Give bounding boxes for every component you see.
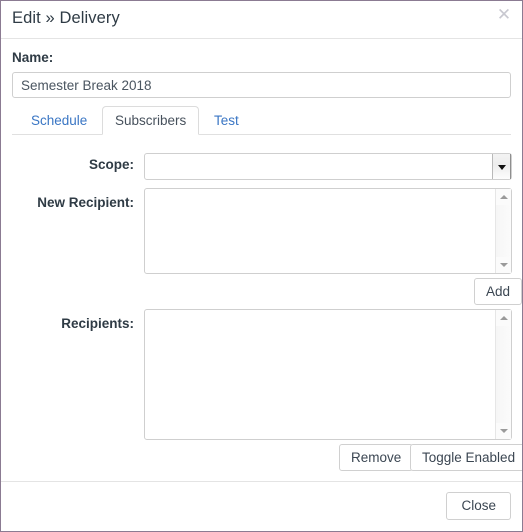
tab-schedule[interactable]: Schedule (18, 106, 100, 135)
dialog-title: Edit » Delivery (12, 9, 120, 27)
close-button[interactable]: Close (446, 492, 511, 520)
tab-bar: Schedule Subscribers Test (12, 106, 511, 135)
dialog-header: Edit » Delivery ✕ (1, 1, 522, 39)
new-recipient-label: New Recipient: (37, 195, 134, 210)
scroll-up-arrow-icon[interactable] (496, 189, 511, 205)
scrollbar-track[interactable] (496, 205, 511, 257)
scrollbar-track[interactable] (496, 326, 511, 423)
scope-dropdown-button[interactable] (492, 154, 511, 179)
recipients-text (145, 310, 495, 439)
close-x-icon[interactable]: ✕ (494, 5, 514, 25)
scope-select[interactable] (144, 153, 512, 180)
name-label: Name: (12, 50, 54, 65)
toggle-enabled-button[interactable]: Toggle Enabled (410, 444, 522, 471)
name-input[interactable] (12, 72, 511, 98)
dialog-body: Name: Schedule Subscribers Test Scope: N… (1, 40, 522, 481)
recipients-label: Recipients: (61, 316, 134, 331)
scroll-up-arrow-icon[interactable] (496, 310, 511, 326)
dialog-footer: Close (1, 481, 522, 531)
tab-test[interactable]: Test (201, 106, 252, 135)
edit-delivery-dialog: Edit » Delivery ✕ Name: Schedule Subscri… (0, 0, 523, 532)
chevron-down-icon (497, 164, 506, 170)
new-recipient-text (145, 189, 495, 273)
scroll-down-arrow-icon[interactable] (496, 257, 511, 273)
recipients-scrollbar[interactable] (495, 310, 511, 439)
recipients-textarea[interactable] (144, 309, 512, 440)
scroll-down-arrow-icon[interactable] (496, 423, 511, 439)
add-button[interactable]: Add (474, 278, 522, 305)
new-recipient-scrollbar[interactable] (495, 189, 511, 273)
new-recipient-textarea[interactable] (144, 188, 512, 274)
scope-label: Scope: (88, 157, 134, 172)
tab-subscribers[interactable]: Subscribers (102, 106, 200, 135)
remove-button[interactable]: Remove (339, 444, 414, 471)
